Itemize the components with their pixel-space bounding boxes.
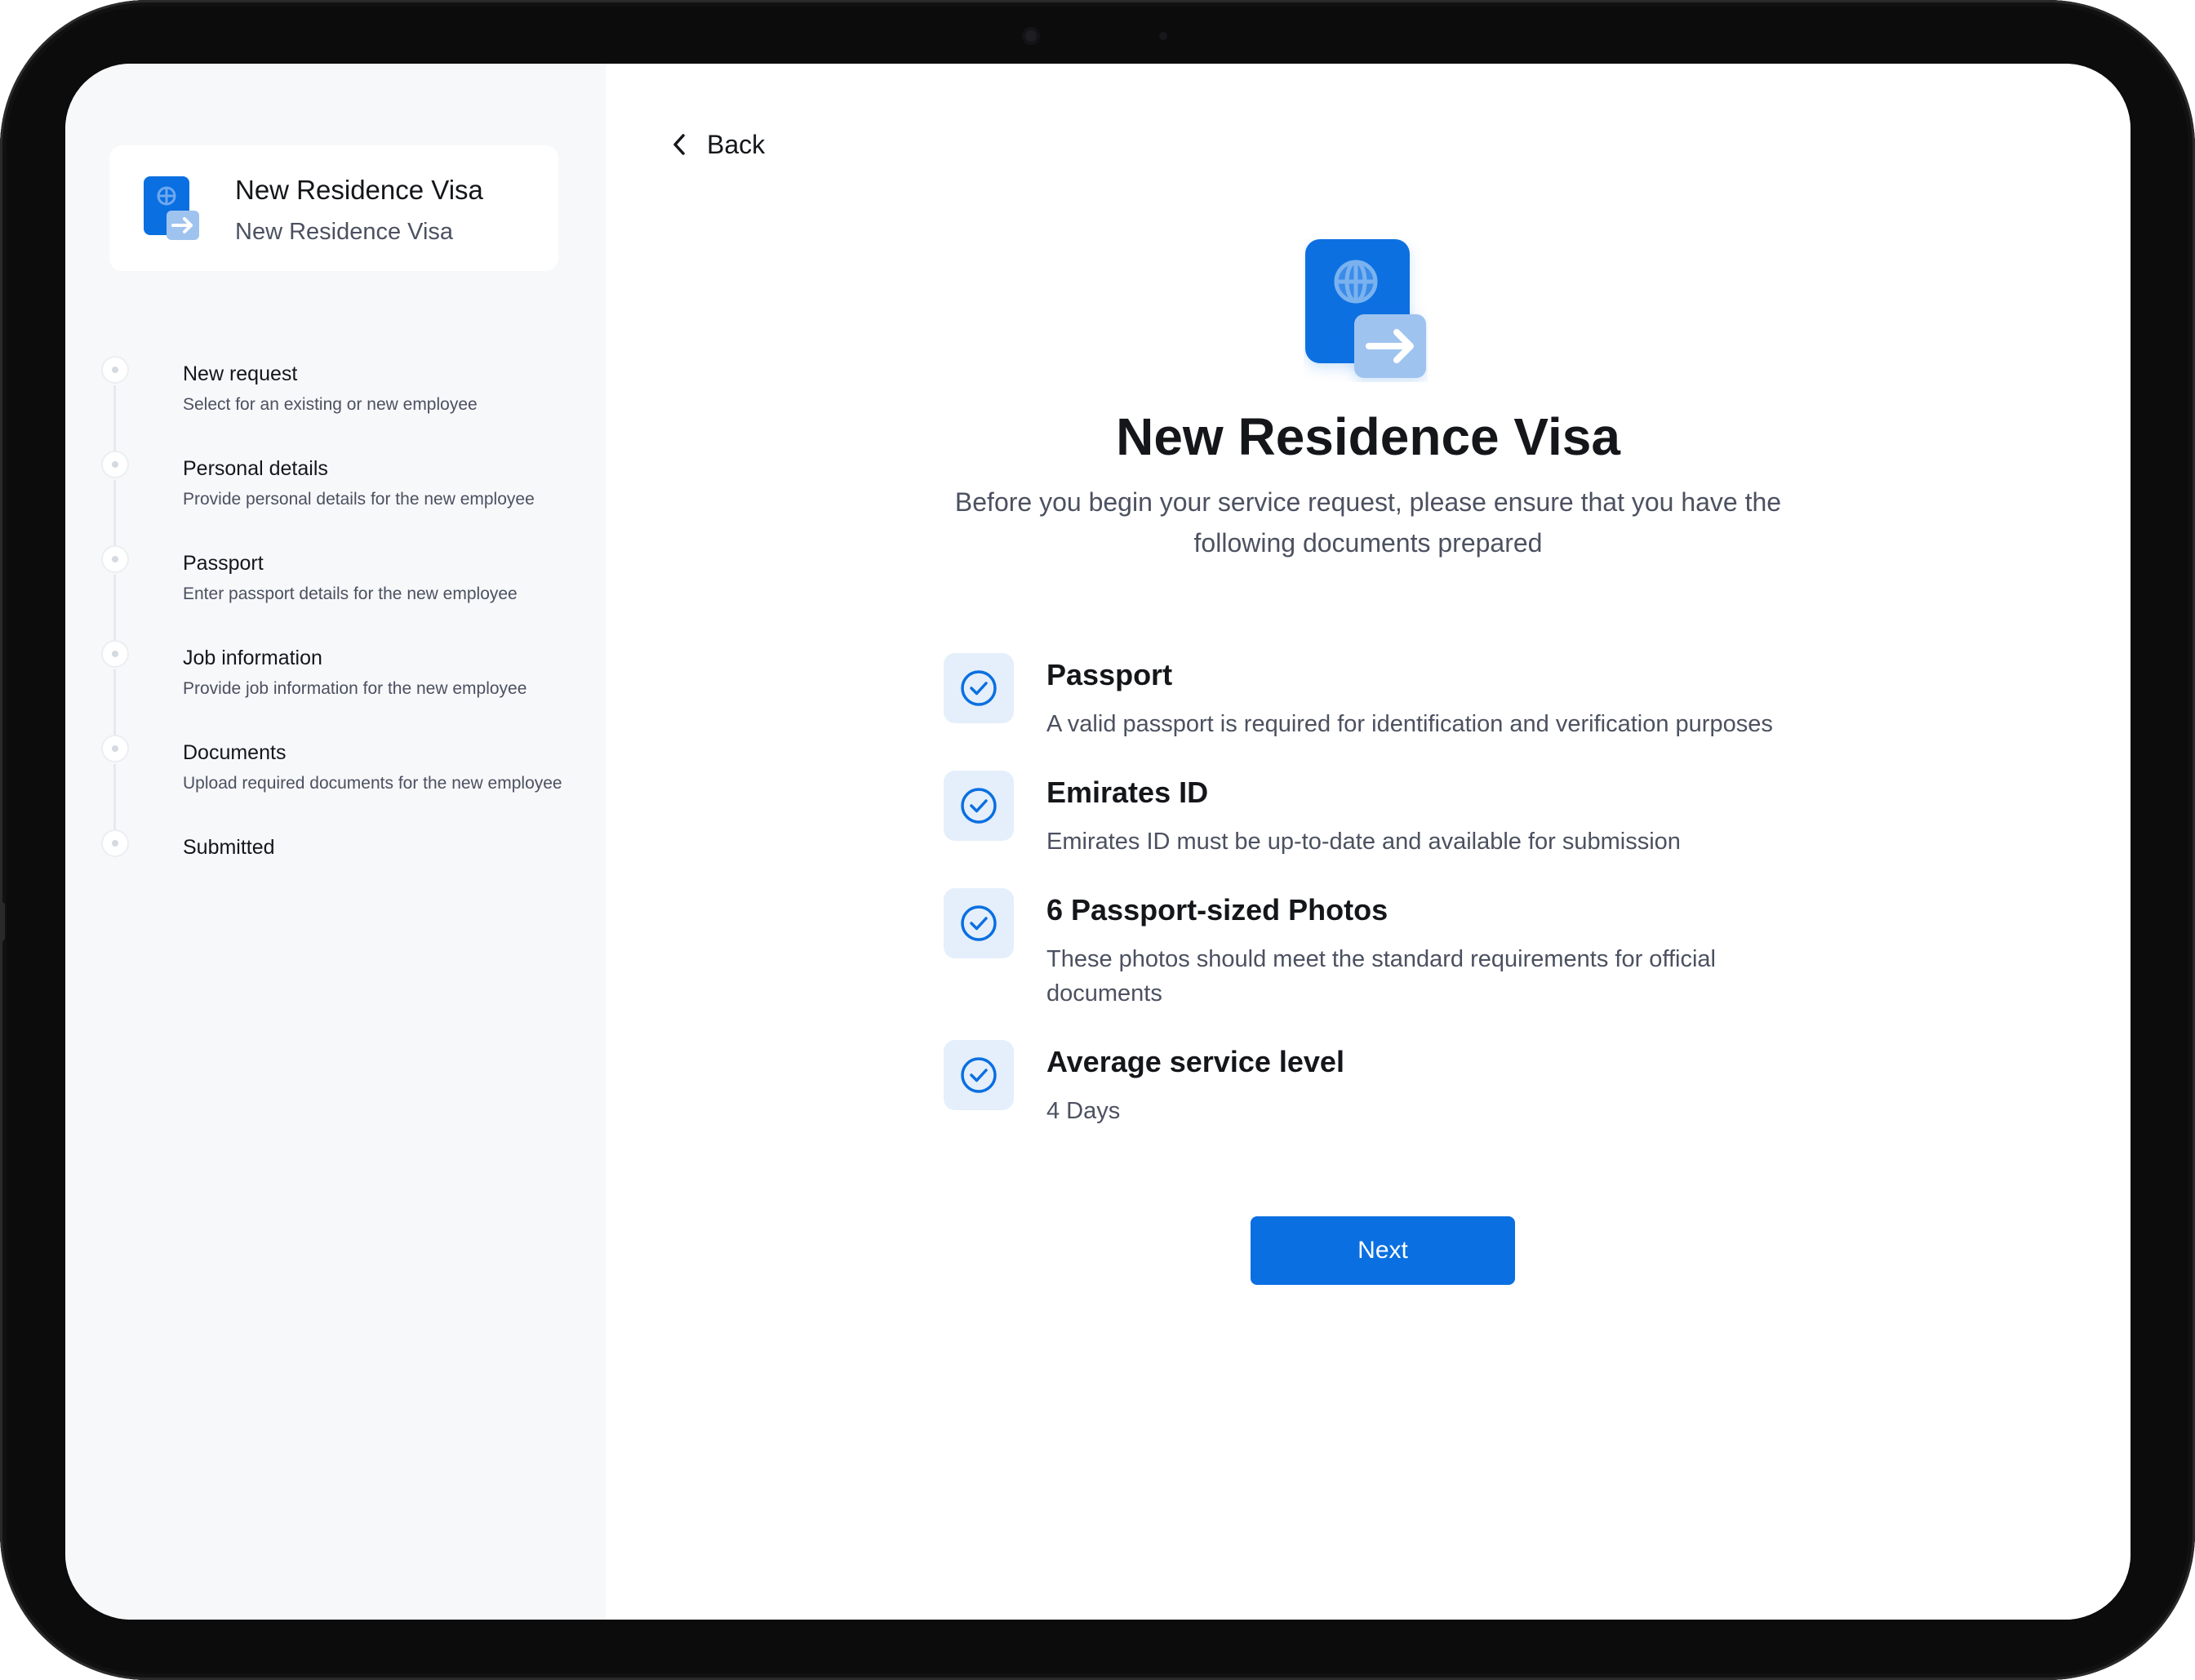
requirement-description: A valid passport is required for identif… xyxy=(1046,711,1773,737)
step-connector xyxy=(113,764,116,829)
step-title: Documents xyxy=(183,741,287,764)
step-new-request[interactable]: New request Select for an existing or ne… xyxy=(101,356,591,451)
step-personal-details[interactable]: Personal details Provide personal detail… xyxy=(101,451,591,545)
service-card-title: New Residence Visa xyxy=(235,175,483,205)
step-passport[interactable]: Passport Enter passport details for the … xyxy=(101,545,591,640)
check-badge xyxy=(944,653,1014,723)
step-submitted[interactable]: Submitted xyxy=(101,829,591,924)
service-card: New Residence Visa New Residence Visa xyxy=(109,145,558,271)
requirement-title: Emirates ID xyxy=(1046,776,1209,809)
step-description: Upload required documents for the new em… xyxy=(183,774,562,793)
step-title: Submitted xyxy=(183,836,275,859)
step-description: Select for an existing or new employee xyxy=(183,395,478,414)
check-circle-icon xyxy=(961,1057,997,1093)
requirement-description: These photos should meet the standard re… xyxy=(1046,946,1716,1007)
requirement-item: 6 Passport-sized Photos These photos sho… xyxy=(944,888,1793,1040)
requirements-list: Passport A valid passport is required fo… xyxy=(944,653,1793,1158)
check-circle-icon xyxy=(961,670,997,706)
step-title: Personal details xyxy=(183,457,328,480)
requirement-item: Passport A valid passport is required fo… xyxy=(944,653,1793,771)
device-side-button xyxy=(0,902,5,941)
step-description: Enter passport details for the new emplo… xyxy=(183,584,518,603)
step-dot-icon xyxy=(101,451,129,478)
page-title: New Residence Visa xyxy=(1116,407,1620,466)
service-card-subtitle: New Residence Visa xyxy=(235,219,454,245)
back-label: Back xyxy=(707,129,766,159)
camera-icon xyxy=(1022,27,1040,45)
step-job-information[interactable]: Job information Provide job information … xyxy=(101,640,591,735)
requirement-description: Emirates ID must be up-to-date and avail… xyxy=(1046,829,1681,855)
step-dot-icon xyxy=(101,545,129,573)
subtitle-line: following documents prepared xyxy=(1193,528,1543,558)
step-description: Provide personal details for the new emp… xyxy=(183,490,535,509)
screen: New Residence Visa New Residence Visa Ne… xyxy=(65,64,2131,1620)
chevron-left-icon xyxy=(673,134,685,155)
step-dot-icon xyxy=(101,735,129,762)
requirement-title: Passport xyxy=(1046,658,1173,691)
step-connector xyxy=(113,480,116,545)
back-button[interactable]: Back xyxy=(671,126,765,163)
check-badge xyxy=(944,1040,1014,1110)
step-documents[interactable]: Documents Upload required documents for … xyxy=(101,735,591,829)
step-dot-icon xyxy=(101,829,129,857)
subtitle-line: Before you begin your service request, p… xyxy=(954,487,1782,517)
step-dot-icon xyxy=(101,356,129,384)
main-content: Back New Residence Visa Before you begin… xyxy=(606,64,2131,1620)
step-title: Job information xyxy=(183,647,322,669)
step-dot-icon xyxy=(101,640,129,668)
step-title: Passport xyxy=(183,552,264,575)
requirement-title: 6 Passport-sized Photos xyxy=(1046,893,1389,927)
check-circle-icon xyxy=(961,788,997,824)
sidebar: New Residence Visa New Residence Visa Ne… xyxy=(65,64,606,1620)
progress-stepper: New request Select for an existing or ne… xyxy=(101,356,591,924)
step-connector xyxy=(113,575,116,640)
check-circle-icon xyxy=(961,905,997,941)
requirement-item: Average service level 4 Days xyxy=(944,1040,1793,1158)
tablet-frame: New Residence Visa New Residence Visa Ne… xyxy=(0,0,2195,1680)
step-connector xyxy=(113,669,116,735)
step-connector xyxy=(113,385,116,451)
requirement-title: Average service level xyxy=(1046,1045,1344,1078)
requirement-description: 4 Days xyxy=(1046,1098,1121,1124)
check-badge xyxy=(944,888,1014,958)
next-button[interactable]: Next xyxy=(1251,1216,1515,1285)
requirement-item: Emirates ID Emirates ID must be up-to-da… xyxy=(944,771,1793,888)
step-title: New request xyxy=(183,362,298,385)
passport-arrow-icon xyxy=(1305,239,1426,378)
page-subtitle: Before you begin your service request, p… xyxy=(606,482,2131,563)
step-description: Provide job information for the new empl… xyxy=(183,679,527,698)
passport-arrow-icon xyxy=(144,176,199,240)
check-badge xyxy=(944,771,1014,841)
sensor-dot xyxy=(1159,32,1167,40)
